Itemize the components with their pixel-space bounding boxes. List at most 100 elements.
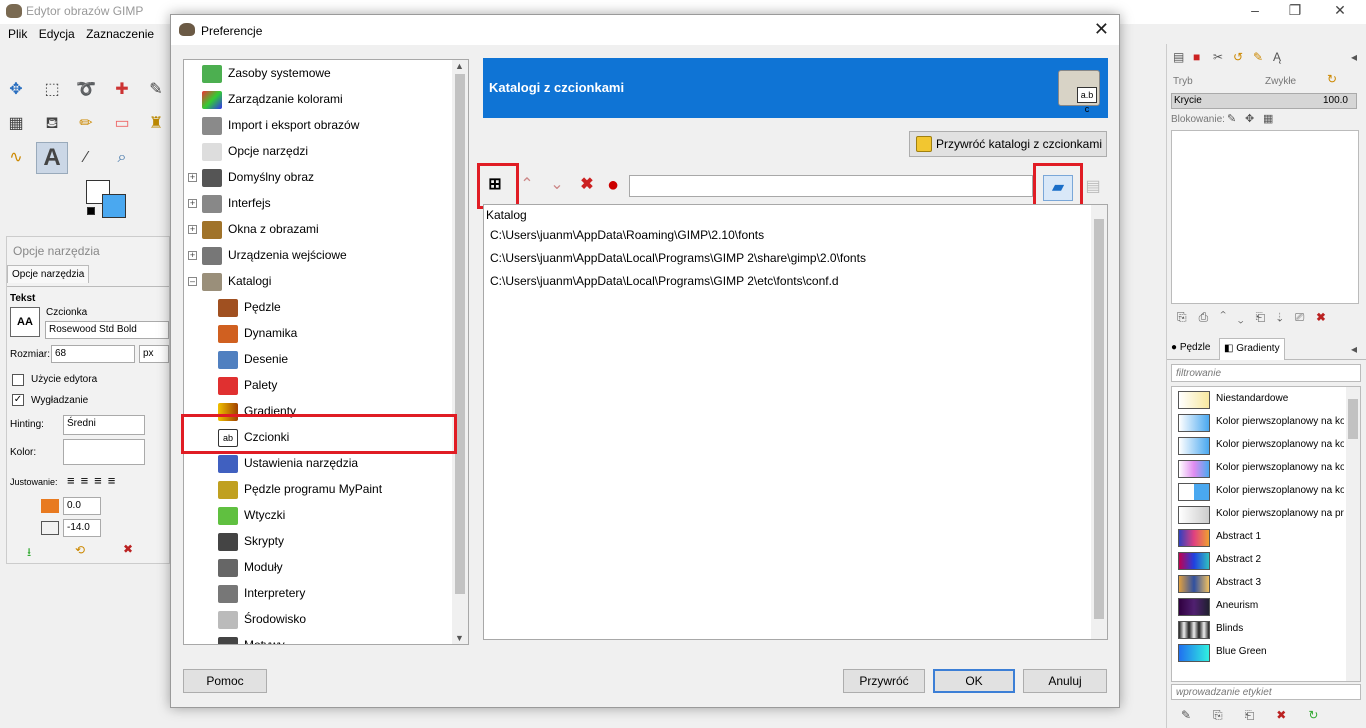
menu-edit[interactable]: Edycja (39, 24, 75, 44)
dialog-close-button[interactable]: ✕ (1094, 19, 1109, 40)
justify-buttons[interactable]: ≡≡≡≡ (67, 473, 121, 488)
gradient-item[interactable]: Abstract 2 (1176, 550, 1344, 572)
undo-tab-icon[interactable]: ↺ (1233, 50, 1243, 64)
fonts-tab-icon[interactable]: Ą (1273, 50, 1281, 64)
gradient-item[interactable]: Aneurism (1176, 596, 1344, 618)
expand-icon[interactable]: + (188, 251, 197, 260)
nav-item-color-management[interactable]: Zarządzanie kolorami (202, 88, 343, 110)
gradient-item[interactable]: Niestandardowe (1176, 389, 1344, 411)
tab-gradients[interactable]: ◧ Gradienty (1219, 338, 1285, 360)
nav-scrollbar[interactable]: ▲ ▼ (452, 60, 468, 644)
opacity-slider[interactable]: Krycie 100.0 (1171, 93, 1357, 109)
help-button[interactable]: Pomoc (183, 669, 267, 693)
save-options-icon[interactable]: ⭳ (27, 543, 31, 564)
ok-button[interactable]: OK (933, 669, 1015, 693)
dock-menu-icon[interactable]: ◂ (1351, 50, 1357, 64)
layers-tab-icon[interactable]: ▤ (1173, 50, 1184, 64)
folder-row[interactable]: C:\Users\juanm\AppData\Local\Programs\GI… (490, 274, 839, 288)
gradients-menu-icon[interactable]: ◂ (1351, 342, 1357, 356)
nav-item-system-resources[interactable]: Zasoby systemowe (202, 62, 331, 84)
delete-options-icon[interactable]: ✖ (123, 542, 133, 556)
line-spacing-input[interactable]: -14.0 (63, 519, 101, 537)
mode-reset-icon[interactable]: ↻ (1327, 72, 1337, 86)
gradients-list[interactable]: Niestandardowe Kolor pierwszoplanowy na k… (1171, 386, 1361, 682)
bucket-fill-icon[interactable]: ⛾ (40, 112, 64, 136)
gradient-item[interactable]: Kolor pierwszoplanowy na przezroczystość (1176, 504, 1344, 526)
nav-item-modules[interactable]: Moduły (218, 556, 283, 578)
gradient-item[interactable]: Kolor pierwszoplanowy na kolor tła (ostr… (1176, 481, 1344, 503)
cancel-button[interactable]: Anuluj (1023, 669, 1107, 693)
delete-folder-icon[interactable]: ✖ (575, 173, 599, 197)
tag-input[interactable]: wprowadzanie etykiet (1171, 684, 1361, 700)
folder-path-input[interactable] (629, 175, 1033, 197)
fuzzy-select-icon[interactable]: ✚ (110, 78, 134, 102)
move-down-icon[interactable]: ⌄ (545, 173, 569, 197)
gradient-item[interactable]: Abstract 1 (1176, 527, 1344, 549)
gradient-item[interactable]: Kolor pierwszoplanowy na kolor tła (HSV) (1176, 435, 1344, 457)
nav-item-folders[interactable]: Katalogi (202, 270, 271, 292)
mode-select[interactable]: Zwykłe (1265, 76, 1296, 87)
nav-item-image-windows[interactable]: Okna z obrazami (202, 218, 319, 240)
nav-item-mypaint-brushes[interactable]: Pędzle programu MyPaint (218, 478, 382, 500)
nav-item-patterns[interactable]: Desenie (218, 348, 288, 370)
antialias-checkbox[interactable]: ✓ (12, 394, 24, 406)
channels-tab-icon[interactable]: ■ (1193, 50, 1200, 64)
nav-item-tool-presets[interactable]: Ustawienia narzędzia (218, 452, 358, 474)
folders-scrollbar[interactable] (1091, 205, 1107, 639)
expand-icon[interactable]: + (188, 225, 197, 234)
warp-icon[interactable]: ∿ (4, 146, 28, 170)
nav-item-scripts[interactable]: Skrypty (218, 530, 284, 552)
gradient-item[interactable]: Kolor pierwszoplanowy na kolor tła (HSV) (1176, 458, 1344, 480)
reset-folders-button[interactable]: Przywróć katalogi z czcionkami (909, 131, 1107, 157)
clone-stamp-icon[interactable]: ♜ (144, 112, 168, 136)
nav-item-image-import-export[interactable]: Import i eksport obrazów (202, 114, 359, 136)
close-app-button[interactable]: ✕ (1325, 2, 1355, 19)
font-input[interactable]: Rosewood Std Bold (45, 321, 169, 339)
text-color-button[interactable] (63, 439, 145, 465)
nav-item-palettes[interactable]: Palety (218, 374, 277, 396)
checker-icon[interactable]: ▦ (4, 112, 28, 136)
nav-item-dynamics[interactable]: Dynamika (218, 322, 297, 344)
menu-select[interactable]: Zaznaczenie (86, 24, 154, 44)
nav-item-plug-ins[interactable]: Wtyczki (218, 504, 285, 526)
gradient-item[interactable]: Abstract 3 (1176, 573, 1344, 595)
paths-icon[interactable]: ✎ (144, 78, 168, 102)
lock-alpha-icon[interactable]: ▦ (1263, 112, 1273, 125)
minimize-button[interactable]: – (1240, 2, 1270, 18)
hinting-select[interactable]: Średni (63, 415, 145, 435)
nav-item-brushes[interactable]: Pędzle (218, 296, 281, 318)
lock-position-icon[interactable]: ✥ (1245, 112, 1254, 125)
layers-toolbar[interactable]: ⎘⎙⌃⌄⎗⇣⎚✖ (1171, 310, 1359, 325)
gradients-toolbar[interactable]: ✎⎘⎗✖↻ (1181, 708, 1361, 723)
maximize-button[interactable]: ❐ (1280, 2, 1310, 19)
indent-input[interactable]: 0.0 (63, 497, 101, 515)
nav-item-input-devices[interactable]: Urządzenia wejściowe (202, 244, 347, 266)
tool-options-tab[interactable]: Opcje narzędzia (7, 265, 90, 283)
collapse-icon[interactable]: – (188, 277, 197, 286)
nav-item-interface[interactable]: Interfejs (202, 192, 271, 214)
folder-row[interactable]: C:\Users\juanm\AppData\Local\Programs\GI… (490, 251, 866, 265)
restore-button[interactable]: Przywróć (843, 669, 925, 693)
nav-item-environment[interactable]: Środowisko (218, 608, 306, 630)
rect-select-icon[interactable]: ⬚ (40, 78, 64, 102)
move-up-icon[interactable]: ⌃ (515, 173, 539, 197)
size-input[interactable]: 68 (51, 345, 135, 363)
nav-item-interpreters[interactable]: Interpretery (218, 582, 305, 604)
default-colors-icon[interactable] (87, 207, 95, 215)
text-tool-icon[interactable]: A (36, 142, 68, 174)
move-tool-icon[interactable]: ✥ (4, 78, 28, 102)
gradients-scrollbar[interactable] (1346, 387, 1360, 681)
use-editor-checkbox[interactable] (12, 374, 24, 386)
font-preview-icon[interactable]: AA (10, 307, 40, 337)
lasso-icon[interactable]: ➰ (74, 78, 98, 102)
filter-input[interactable]: filtrowanie (1171, 364, 1361, 382)
layers-list[interactable] (1171, 130, 1359, 304)
tab-brushes[interactable]: ● Pędzle (1171, 342, 1210, 353)
nav-item-tool-options[interactable]: Opcje narzędzi (202, 140, 308, 162)
zoom-icon[interactable]: ⌕ (110, 146, 134, 170)
nav-item-themes[interactable]: Motywy (218, 634, 285, 644)
paths-tab-icon[interactable]: ✂ (1213, 50, 1223, 64)
background-color-icon[interactable] (102, 194, 126, 218)
expand-icon[interactable]: + (188, 199, 197, 208)
menu-file[interactable]: Plik (8, 24, 27, 44)
